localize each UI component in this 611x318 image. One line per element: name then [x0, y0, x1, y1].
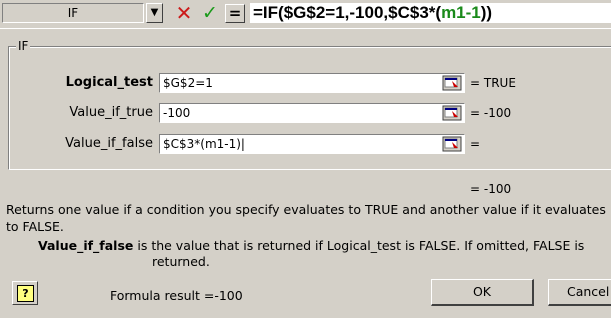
arg-label-value-if-false: Value_if_false: [65, 136, 153, 151]
formula-text-prefix: =IF($G$2=1,-100,$C$3*(: [253, 3, 442, 22]
cancel-entry-icon[interactable]: ✕: [172, 2, 196, 24]
overall-result: = -100: [470, 182, 512, 196]
collapse-dialog-icon[interactable]: [442, 75, 462, 91]
argument-description-continued: returned.: [152, 254, 210, 269]
arg-label-logical-test: Logical_test: [65, 75, 153, 90]
help-icon: ?: [17, 285, 34, 302]
function-description: Returns one value if a condition you spe…: [6, 202, 606, 234]
help-button[interactable]: ?: [12, 281, 38, 305]
arg-result-logical-test: = TRUE: [470, 76, 516, 90]
collapse-dialog-icon[interactable]: [442, 136, 462, 152]
argument-description-name: Value_if_false: [38, 238, 134, 253]
arg-result-value-if-false: =: [470, 137, 481, 151]
group-title: IF: [16, 39, 31, 53]
ok-button[interactable]: OK: [431, 279, 534, 306]
argument-description-text: is the value that is returned if Logical…: [133, 238, 585, 253]
argument-description: Value_if_false is the value that is retu…: [38, 237, 611, 254]
collapse-dialog-icon[interactable]: [442, 105, 462, 121]
edit-formula-button[interactable]: =: [225, 4, 245, 23]
cancel-button[interactable]: Cancel: [548, 279, 611, 306]
arg-label-value-if-true: Value_if_true: [69, 105, 153, 120]
arg-field-value-if-true[interactable]: -100: [159, 103, 465, 123]
formula-input[interactable]: =IF($G$2=1,-100,$C$3*(m1-1)): [250, 3, 611, 23]
name-box[interactable]: IF: [2, 3, 144, 23]
arg-field-logical-test[interactable]: $G$2=1: [159, 73, 465, 93]
formula-result: Formula result =-100: [110, 288, 243, 303]
name-box-dropdown-icon[interactable]: ▼: [146, 3, 163, 23]
arg-result-value-if-true: = -100: [470, 106, 512, 120]
formula-text-suffix: )): [480, 3, 493, 22]
enter-entry-icon[interactable]: ✓: [198, 2, 222, 24]
formula-text-highlight: m1-1: [441, 3, 481, 22]
arg-field-value-if-false[interactable]: $C$3*(m1-1)|: [159, 134, 465, 154]
